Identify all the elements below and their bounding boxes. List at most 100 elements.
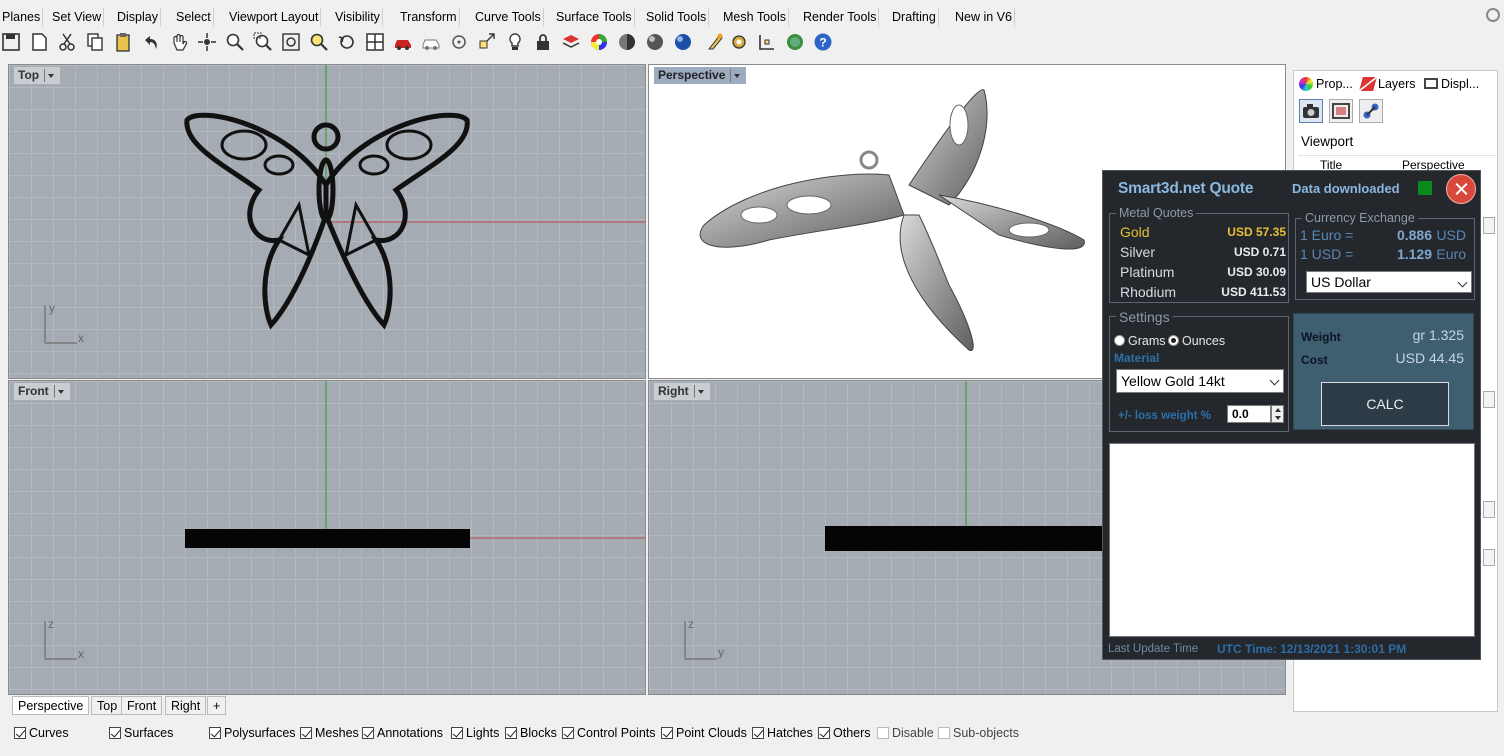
tab-surface-tools[interactable]: Surface Tools xyxy=(554,8,635,27)
filter-checkbox-sub-objects[interactable]: Sub-objects xyxy=(938,725,1019,741)
checkbox-label: Point Clouds xyxy=(676,726,747,740)
output-area[interactable] xyxy=(1109,443,1475,637)
calc-button[interactable]: CALC xyxy=(1321,382,1449,426)
filter-checkbox-hatches[interactable]: Hatches xyxy=(752,725,813,741)
property-scroll-icon[interactable] xyxy=(1483,391,1495,408)
snap-icon[interactable] xyxy=(476,31,498,53)
checkbox-icon xyxy=(362,727,374,739)
property-dropdown-icon[interactable] xyxy=(1483,217,1495,234)
filter-checkbox-polysurfaces[interactable]: Polysurfaces xyxy=(209,725,296,741)
chevron-down-icon xyxy=(1457,277,1468,288)
tab-viewport-layout[interactable]: Viewport Layout xyxy=(227,8,322,27)
panel-tab-properties[interactable]: Prop... xyxy=(1296,73,1353,95)
tab-new-in-v6[interactable]: New in V6 xyxy=(953,8,1015,27)
add-view-tab-button[interactable]: + xyxy=(207,696,227,715)
metal-price: USD 0.71 xyxy=(1233,245,1286,259)
sun-icon[interactable] xyxy=(704,31,726,53)
axis-label-x: x xyxy=(78,647,84,661)
zoom-extents-icon[interactable] xyxy=(280,31,302,53)
tab-solid-tools[interactable]: Solid Tools xyxy=(644,8,710,27)
property-more-button[interactable] xyxy=(1483,549,1495,566)
chevron-down-icon xyxy=(1269,375,1280,386)
layer-icon[interactable] xyxy=(560,31,582,53)
svg-text:?: ? xyxy=(819,36,826,50)
camera-icon[interactable] xyxy=(1299,99,1323,123)
tab-set-view[interactable]: Set View xyxy=(50,8,105,27)
save-icon[interactable] xyxy=(0,31,22,53)
currency-select-value: US Dollar xyxy=(1311,274,1371,290)
dimension-icon[interactable] xyxy=(756,31,778,53)
car-outline-icon[interactable] xyxy=(420,31,442,53)
zoom-selected-icon[interactable] xyxy=(308,31,330,53)
gear-icon[interactable] xyxy=(728,31,750,53)
color-wheel-icon[interactable] xyxy=(588,31,610,53)
filter-checkbox-others[interactable]: Others xyxy=(818,725,871,741)
undo-icon[interactable] xyxy=(140,31,162,53)
tab-transform[interactable]: Transform xyxy=(398,8,460,27)
grams-radio[interactable]: Grams xyxy=(1114,334,1166,348)
tab-visibility[interactable]: Visibility xyxy=(333,8,383,27)
filter-checkbox-disable[interactable]: Disable xyxy=(877,725,934,741)
grams-label: Grams xyxy=(1128,334,1166,348)
material-select[interactable]: Yellow Gold 14kt xyxy=(1116,369,1284,393)
currency-select[interactable]: US Dollar xyxy=(1306,271,1472,293)
close-button[interactable] xyxy=(1446,174,1476,204)
lock-icon[interactable] xyxy=(532,31,554,53)
panel-tab-layers[interactable]: Layers xyxy=(1358,73,1416,95)
loss-weight-input[interactable]: 0.0 xyxy=(1227,405,1271,423)
tab-mesh-tools[interactable]: Mesh Tools xyxy=(721,8,789,27)
checkbox-icon xyxy=(300,727,312,739)
zoom-icon[interactable] xyxy=(224,31,246,53)
filter-checkbox-point-clouds[interactable]: Point Clouds xyxy=(661,725,747,741)
cost-label: Cost xyxy=(1301,353,1328,367)
filter-checkbox-meshes[interactable]: Meshes xyxy=(300,725,359,741)
cut-icon[interactable] xyxy=(56,31,78,53)
checkbox-label: Meshes xyxy=(315,726,359,740)
checkbox-label: Control Points xyxy=(577,726,656,740)
view-tab-right[interactable]: Right xyxy=(165,696,207,715)
filter-checkbox-blocks[interactable]: Blocks xyxy=(505,725,557,741)
panel-tab-display[interactable]: Displ... xyxy=(1421,73,1479,95)
filter-checkbox-lights[interactable]: Lights xyxy=(451,725,499,741)
rendered-icon[interactable] xyxy=(644,31,666,53)
tab-select[interactable]: Select xyxy=(174,8,214,27)
ounces-radio[interactable]: Ounces xyxy=(1168,334,1225,348)
undo-view-icon[interactable] xyxy=(336,31,358,53)
globe-icon[interactable] xyxy=(784,31,806,53)
paste-icon[interactable] xyxy=(112,31,134,53)
render-icon[interactable] xyxy=(672,31,694,53)
filter-checkbox-surfaces[interactable]: Surfaces xyxy=(109,725,173,741)
tab-drafting[interactable]: Drafting xyxy=(890,8,939,27)
view-tab-perspective[interactable]: Perspective xyxy=(12,696,90,715)
metal-row-rhodium: Rhodium USD 411.53 xyxy=(1120,284,1286,304)
four-viewports-icon[interactable] xyxy=(364,31,386,53)
view-tab-top[interactable]: Top xyxy=(91,696,124,715)
light-icon[interactable] xyxy=(504,31,526,53)
tab-render-tools[interactable]: Render Tools xyxy=(801,8,880,27)
property-scroll-icon[interactable] xyxy=(1483,501,1495,518)
frame-icon[interactable] xyxy=(1329,99,1353,123)
filter-checkbox-curves[interactable]: Curves xyxy=(14,725,69,741)
panel-tab-properties-label: Prop... xyxy=(1316,77,1353,91)
viewport-top[interactable]: Top y x xyxy=(8,64,646,379)
tab-display[interactable]: Display xyxy=(115,8,161,27)
tab-curve-tools[interactable]: Curve Tools xyxy=(473,8,544,27)
molecule-icon[interactable] xyxy=(1359,99,1383,123)
shaded-icon[interactable] xyxy=(616,31,638,53)
filter-checkbox-annotations[interactable]: Annotations xyxy=(362,725,443,741)
viewport-front[interactable]: Front z x xyxy=(8,380,646,695)
rotate-view-icon[interactable] xyxy=(196,31,218,53)
car-icon[interactable] xyxy=(392,31,414,53)
help-icon[interactable]: ? xyxy=(812,31,834,53)
zoom-window-icon[interactable] xyxy=(252,31,274,53)
filter-checkbox-control-points[interactable]: Control Points xyxy=(562,725,656,741)
view-tab-front[interactable]: Front xyxy=(121,696,163,715)
new-icon[interactable] xyxy=(28,31,50,53)
tab-planes[interactable]: Planes xyxy=(0,8,44,27)
loss-weight-stepper[interactable] xyxy=(1271,405,1284,423)
radio-icon xyxy=(1168,335,1179,346)
settings-gear-icon[interactable] xyxy=(1486,8,1500,22)
point-icon[interactable] xyxy=(448,31,470,53)
pan-icon[interactable] xyxy=(168,31,190,53)
copy-icon[interactable] xyxy=(84,31,106,53)
